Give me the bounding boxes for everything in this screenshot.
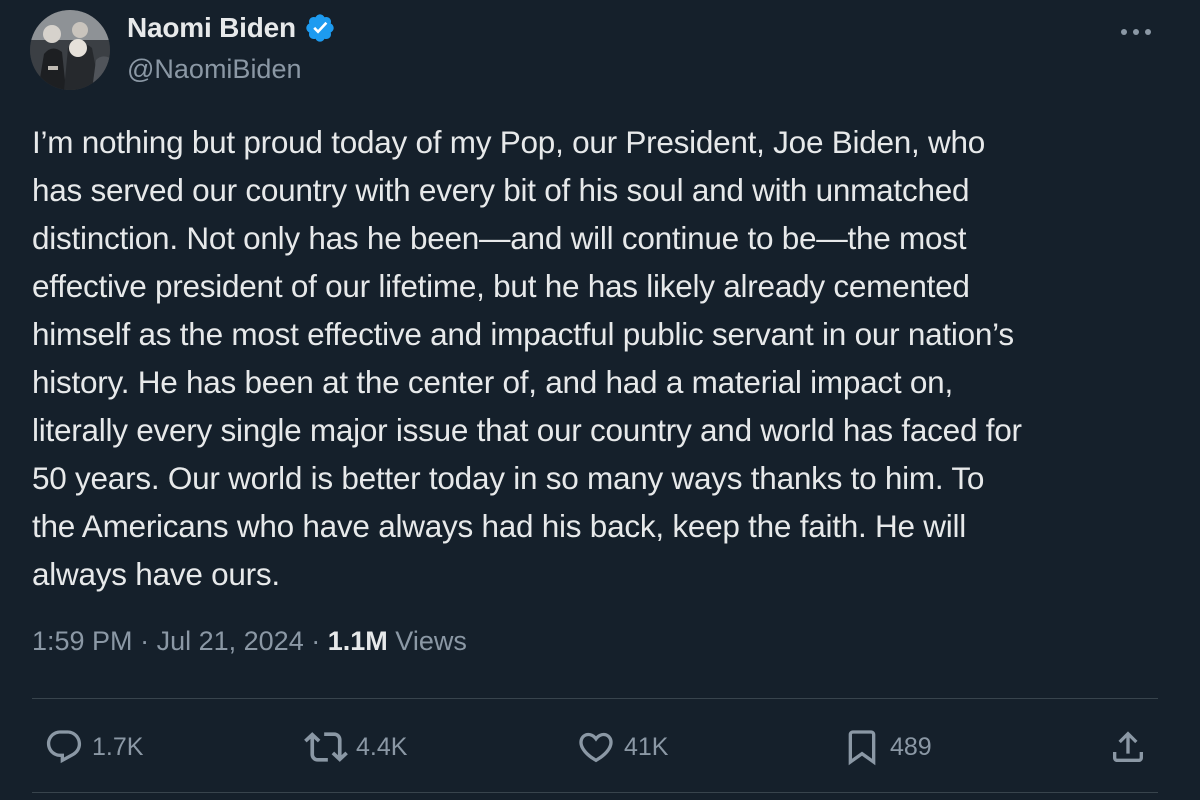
views-count: 1.1M [327, 626, 388, 656]
verified-badge-icon [304, 12, 336, 44]
action-bar: 1.7K 4.4K 41K 489 [0, 722, 1200, 772]
bookmark-count: 489 [890, 732, 932, 761]
author-name-row[interactable]: Naomi Biden [127, 12, 336, 44]
author-display-name[interactable]: Naomi Biden [127, 12, 296, 44]
author-handle[interactable]: @NaomiBiden [127, 54, 302, 85]
reply-button[interactable]: 1.7K [44, 722, 143, 772]
post-date: Jul 21, 2024 [156, 626, 304, 656]
post-text: I’m nothing but proud today of my Pop, o… [32, 124, 1022, 592]
repost-icon [304, 732, 348, 762]
views-label: Views [395, 626, 467, 656]
bookmark-button[interactable]: 489 [842, 722, 932, 772]
divider [32, 792, 1158, 793]
heart-icon [579, 732, 613, 763]
views-link[interactable]: 1.1M Views [328, 626, 467, 656]
like-count: 41K [624, 732, 669, 761]
meta-separator: · [140, 626, 150, 656]
meta-separator: · [311, 626, 321, 656]
reply-count: 1.7K [92, 732, 144, 761]
post-time: 1:59 PM [32, 626, 133, 656]
repost-button[interactable]: 4.4K [304, 722, 407, 772]
repost-count: 4.4K [356, 732, 408, 761]
share-icon [1113, 731, 1143, 762]
post-container: Naomi Biden @NaomiBiden I’m nothing but … [0, 0, 1200, 800]
bookmark-icon [848, 730, 876, 766]
reply-icon [46, 730, 82, 764]
divider [32, 698, 1158, 699]
like-button[interactable]: 41K [576, 722, 668, 772]
more-options-icon[interactable] [1116, 18, 1156, 46]
post-metadata: 1:59 PM · Jul 21, 2024 · 1.1M Views [32, 626, 467, 657]
avatar[interactable] [30, 10, 110, 90]
profile-photo-icon [30, 10, 110, 90]
share-button[interactable] [1108, 722, 1148, 772]
post-time-link[interactable]: 1:59 PM · Jul 21, 2024 [32, 626, 304, 656]
